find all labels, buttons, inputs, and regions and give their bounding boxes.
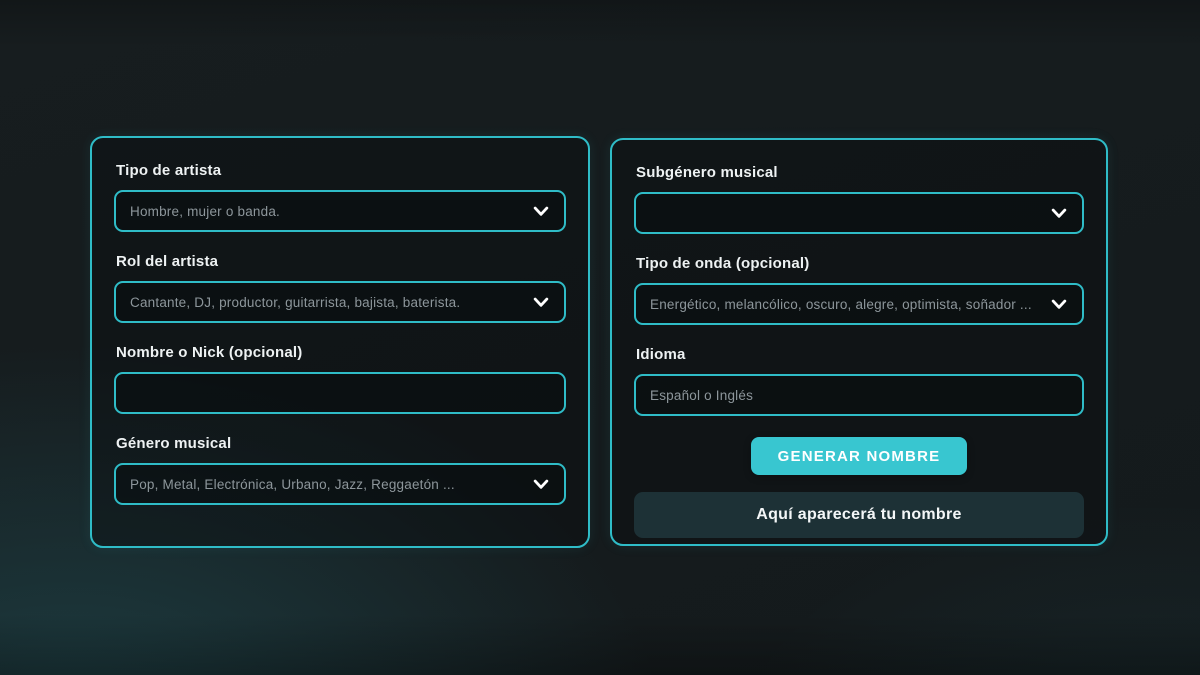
artist-role-label: Rol del artista xyxy=(116,253,566,270)
page-background: Tipo de artista Hombre, mujer o banda. R… xyxy=(0,0,1200,675)
chevron-down-icon xyxy=(1049,203,1069,223)
subgenre-field: Subgénero musical xyxy=(634,164,1084,234)
chevron-down-icon xyxy=(531,474,551,494)
name-or-nick-input[interactable] xyxy=(114,372,566,414)
artist-role-select[interactable]: Cantante, DJ, productor, guitarrista, ba… xyxy=(114,281,566,323)
name-or-nick-field: Nombre o Nick (opcional) xyxy=(114,344,566,414)
artist-role-placeholder: Cantante, DJ, productor, guitarrista, ba… xyxy=(130,295,460,310)
vibe-type-label: Tipo de onda (opcional) xyxy=(636,255,1084,272)
artist-role-field: Rol del artista Cantante, DJ, productor,… xyxy=(114,253,566,323)
music-genre-field: Género musical Pop, Metal, Electrónica, … xyxy=(114,435,566,505)
right-form-panel: Subgénero musical Tipo de onda (opcional… xyxy=(610,138,1108,546)
vibe-type-field: Tipo de onda (opcional) Energético, mela… xyxy=(634,255,1084,325)
left-form-panel: Tipo de artista Hombre, mujer o banda. R… xyxy=(90,136,590,548)
artist-type-label: Tipo de artista xyxy=(116,162,566,179)
music-genre-label: Género musical xyxy=(116,435,566,452)
artist-type-placeholder: Hombre, mujer o banda. xyxy=(130,204,280,219)
generate-name-button[interactable]: GENERAR NOMBRE xyxy=(751,437,968,475)
chevron-down-icon xyxy=(531,292,551,312)
vibe-type-select[interactable]: Energético, melancólico, oscuro, alegre,… xyxy=(634,283,1084,325)
generated-name-placeholder: Aquí aparecerá tu nombre xyxy=(756,506,961,524)
language-label: Idioma xyxy=(636,346,1084,363)
chevron-down-icon xyxy=(1049,294,1069,314)
music-genre-select[interactable]: Pop, Metal, Electrónica, Urbano, Jazz, R… xyxy=(114,463,566,505)
generated-name-result: Aquí aparecerá tu nombre xyxy=(634,492,1084,538)
chevron-down-icon xyxy=(531,201,551,221)
artist-type-field: Tipo de artista Hombre, mujer o banda. xyxy=(114,162,566,232)
artist-type-select[interactable]: Hombre, mujer o banda. xyxy=(114,190,566,232)
subgenre-label: Subgénero musical xyxy=(636,164,1084,181)
subgenre-select[interactable] xyxy=(634,192,1084,234)
language-field: Idioma xyxy=(634,346,1084,416)
vibe-type-placeholder: Energético, melancólico, oscuro, alegre,… xyxy=(650,297,1032,312)
language-input[interactable] xyxy=(634,374,1084,416)
music-genre-placeholder: Pop, Metal, Electrónica, Urbano, Jazz, R… xyxy=(130,477,455,492)
name-or-nick-label: Nombre o Nick (opcional) xyxy=(116,344,566,361)
